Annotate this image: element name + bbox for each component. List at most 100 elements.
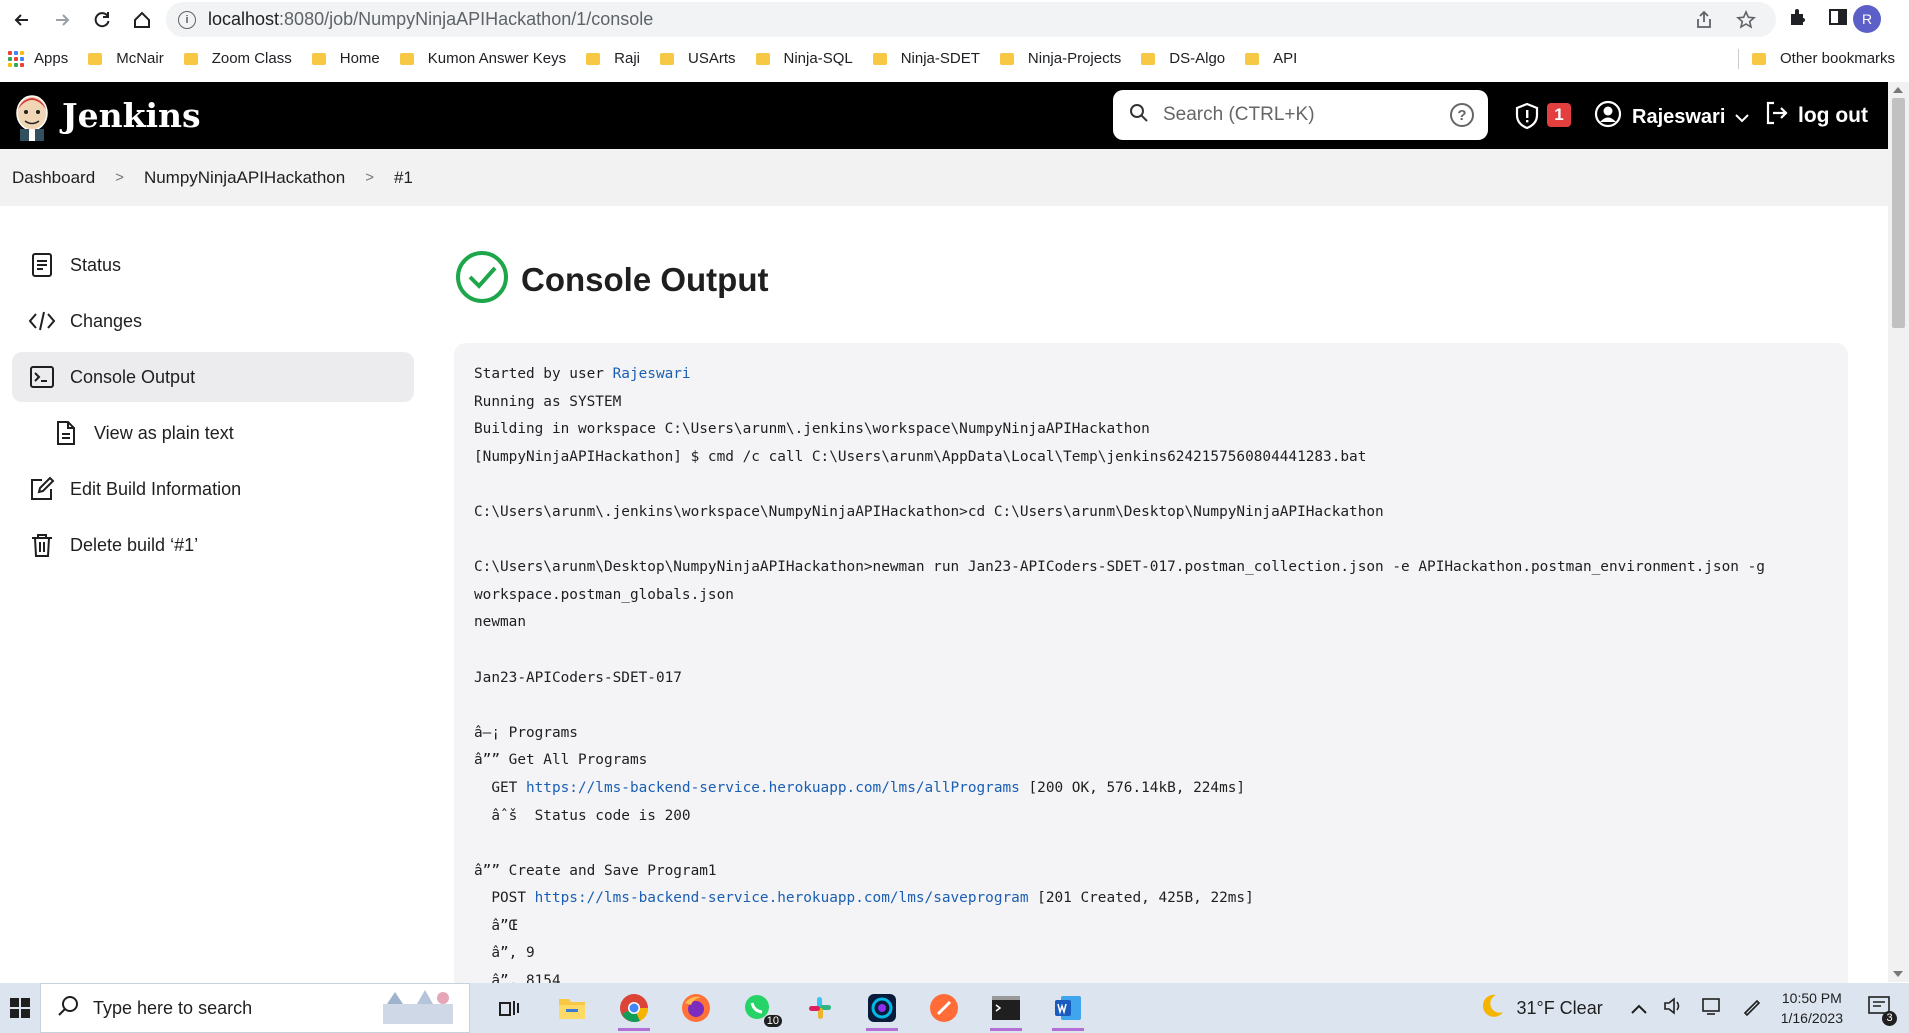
bookmark-folder[interactable]: API [1245, 50, 1297, 67]
pen-icon[interactable] [1741, 995, 1763, 1022]
volume-icon[interactable] [1663, 996, 1683, 1020]
bookmark-folder[interactable]: Home [311, 50, 380, 67]
folder-icon [1752, 52, 1766, 65]
whatsapp-icon[interactable]: 10 [738, 985, 782, 1031]
other-bookmarks[interactable]: Other bookmarks [1752, 45, 1895, 72]
postman-icon[interactable] [924, 985, 964, 1031]
task-view-icon[interactable] [490, 985, 530, 1031]
home-icon[interactable] [124, 2, 160, 38]
search-icon [57, 995, 79, 1022]
word-icon[interactable] [1048, 985, 1088, 1031]
sidebar-item-console-output[interactable]: Console Output [12, 352, 414, 402]
file-explorer-icon[interactable] [552, 985, 592, 1031]
logout-button[interactable]: log out [1764, 100, 1868, 132]
jenkins-header: Jenkins ? 1 Rajeswari log out [0, 82, 1888, 149]
slack-icon[interactable] [800, 985, 840, 1031]
console-line: â”‚ 9 [474, 945, 535, 962]
jenkins-title[interactable]: Jenkins [62, 96, 201, 135]
moon-icon [1478, 992, 1506, 1025]
share-icon[interactable] [1694, 10, 1714, 35]
post-url-link[interactable]: https://lms-backend-service.herokuapp.co… [535, 890, 1029, 906]
sidebar-item-status[interactable]: Status [12, 240, 414, 290]
console-line: POST [474, 890, 535, 907]
chrome-icon[interactable] [614, 985, 654, 1031]
bookmark-folder[interactable]: Kumon Answer Keys [399, 50, 566, 67]
help-icon[interactable]: ? [1450, 103, 1474, 127]
scrollbar-thumb[interactable] [1892, 98, 1905, 328]
trash-icon [28, 531, 56, 559]
webex-icon[interactable] [862, 985, 902, 1031]
url-text[interactable]: localhost:8080/job/NumpyNinjaAPIHackatho… [208, 9, 653, 30]
page-title-text: Console Output [521, 260, 769, 298]
weather-text: 31°F Clear [1516, 997, 1603, 1018]
whatsapp-badge: 10 [763, 1015, 782, 1027]
folder-icon [399, 52, 414, 65]
shield-icon[interactable] [1514, 102, 1540, 135]
notification-count: 3 [1882, 1010, 1897, 1026]
taskbar-search[interactable]: Type here to search [40, 983, 470, 1033]
breadcrumb-build[interactable]: #1 [394, 168, 413, 188]
console-line: Jan23-APICoders-SDET-017 [474, 669, 682, 686]
chevron-right-icon: > [365, 169, 374, 186]
bookmark-folder[interactable]: McNair [88, 50, 164, 67]
network-icon[interactable] [1701, 997, 1723, 1020]
windows-start-icon[interactable] [0, 983, 40, 1033]
page-scrollbar[interactable] [1888, 82, 1909, 982]
bookmark-folder[interactable]: DS-Algo [1141, 50, 1225, 67]
scroll-up-icon[interactable] [1893, 87, 1903, 93]
forward-icon[interactable] [44, 2, 80, 38]
site-info-icon[interactable]: i [178, 10, 196, 29]
console-line: Building in workspace C:\Users\arunm\.je… [474, 421, 1150, 438]
scroll-down-icon[interactable] [1893, 971, 1903, 977]
bookmark-label: Ninja-SDET [900, 50, 980, 67]
weather-widget[interactable]: 31°F Clear [1478, 992, 1603, 1025]
bookmark-star-icon[interactable] [1736, 10, 1756, 35]
sidebar-item-edit-build[interactable]: Edit Build Information [12, 464, 414, 514]
bookmark-folder[interactable]: Zoom Class [183, 50, 292, 67]
search-box[interactable]: ? [1113, 90, 1488, 140]
clock-date: 1/16/2023 [1780, 1010, 1843, 1026]
console-line: workspace.postman_globals.json [474, 586, 734, 603]
url-host: localhost [208, 9, 280, 29]
user-menu[interactable]: Rajeswari [1594, 100, 1750, 134]
extensions-icon[interactable] [1787, 6, 1809, 33]
bookmark-folder[interactable]: USArts [660, 50, 736, 67]
folder-icon [660, 52, 674, 65]
reload-icon[interactable] [84, 2, 120, 38]
bookmark-folder[interactable]: Ninja-SDET [872, 50, 980, 67]
folder-icon [183, 52, 198, 65]
breadcrumb-dashboard[interactable]: Dashboard [12, 168, 95, 188]
back-icon[interactable] [4, 2, 40, 38]
firefox-icon[interactable] [676, 985, 716, 1031]
alert-count-badge[interactable]: 1 [1547, 103, 1571, 127]
console-line: newman [474, 614, 526, 631]
sidebar-item-label: Status [70, 254, 122, 275]
bookmark-folder[interactable]: Raji [586, 50, 640, 67]
url-path: :8080/job/NumpyNinjaAPIHackathon/1/conso… [279, 9, 654, 29]
bookmark-folder[interactable]: Ninja-Projects [999, 50, 1122, 67]
bookmark-label: Ninja-SQL [783, 50, 853, 67]
bookmark-apps[interactable]: Apps [8, 50, 68, 67]
clock[interactable]: 10:50 PM 1/16/2023 [1781, 988, 1843, 1028]
logout-label: log out [1798, 104, 1868, 127]
search-input[interactable] [1163, 104, 1433, 126]
jenkins-logo-icon[interactable] [12, 91, 52, 141]
bookmark-label: USArts [688, 50, 736, 67]
console-line: Running as SYSTEM [474, 393, 622, 410]
sidebar-item-plain-text[interactable]: View as plain text [12, 408, 414, 458]
profile-avatar[interactable]: R [1853, 5, 1881, 33]
sidepanel-icon[interactable] [1827, 6, 1849, 33]
address-bar[interactable]: i localhost:8080/job/NumpyNinjaAPIHackat… [166, 2, 1776, 37]
sidebar-item-delete-build[interactable]: Delete build ‘#1’ [12, 520, 414, 570]
notification-icon[interactable]: 3 [1867, 995, 1897, 1026]
chevron-up-icon[interactable] [1630, 998, 1647, 1019]
bookmark-folder[interactable]: Ninja-SQL [755, 50, 853, 67]
bookmark-label: Ninja-Projects [1027, 50, 1122, 67]
sidebar-item-changes[interactable]: Changes [12, 296, 414, 346]
terminal-app-icon[interactable] [986, 985, 1026, 1031]
user-link[interactable]: Rajeswari [613, 366, 691, 382]
folder-icon [755, 52, 770, 65]
breadcrumb-job[interactable]: NumpyNinjaAPIHackathon [144, 168, 345, 188]
get-url-link[interactable]: https://lms-backend-service.herokuapp.co… [526, 780, 1020, 796]
folder-icon [999, 52, 1014, 65]
